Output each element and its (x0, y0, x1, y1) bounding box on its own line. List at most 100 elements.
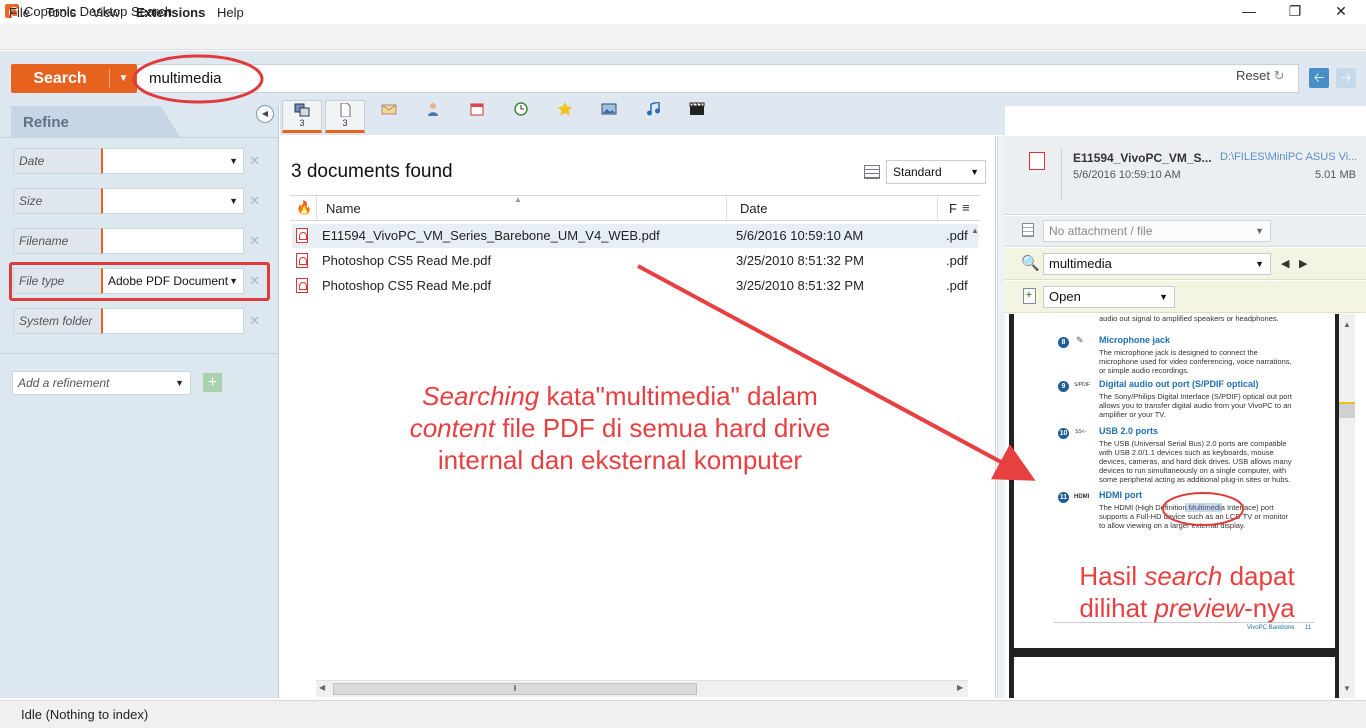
filter-filename-input[interactable] (101, 228, 244, 254)
annotation-left: Searching kata"multimedia" dalam content… (380, 380, 860, 476)
tab-videos[interactable] (677, 100, 717, 133)
keyword-select[interactable]: multimedia ▼ (1043, 253, 1271, 275)
divider (937, 196, 938, 221)
forward-arrow-icon[interactable]: 🡢 (1336, 68, 1356, 88)
scroll-left-icon[interactable]: ◀ (319, 683, 325, 692)
close-icon[interactable]: ✕ (1318, 0, 1364, 24)
column-name[interactable]: Name (326, 201, 361, 216)
add-refinement-select[interactable]: Add a refinement ▼ (12, 371, 191, 395)
annotation-left-line2: content file PDF di semua hard drive (380, 412, 860, 444)
doc-page-number: 11 (1305, 625, 1312, 631)
doc-item-text: The Sony/Philips Digital Interface (S/PD… (1099, 392, 1293, 419)
tab-history[interactable] (501, 100, 541, 133)
music-icon (647, 102, 660, 116)
remove-filter-icon[interactable]: ✕ (249, 153, 260, 169)
add-refinement-label: Add a refinement (18, 376, 110, 390)
minimize-icon[interactable]: — (1226, 0, 1272, 24)
menu-extensions[interactable]: Extensions (136, 5, 205, 20)
remove-filter-icon[interactable]: ✕ (249, 233, 260, 249)
previous-match-icon[interactable]: ◀ (1281, 257, 1289, 270)
tab-calendar[interactable] (457, 100, 497, 133)
scrollbar-thumb[interactable] (1339, 402, 1355, 418)
scroll-down-icon[interactable]: ▼ (1343, 684, 1351, 693)
menu-file[interactable]: File (9, 5, 30, 20)
collapse-panel-icon[interactable]: ◀ (256, 105, 274, 123)
search-button[interactable]: Search ▼ (11, 64, 137, 93)
attachment-select[interactable]: No attachment / file ▼ (1043, 220, 1271, 242)
filter-system-folder-label: System folder (13, 308, 102, 334)
doc-item-title: Digital audio out port (S/PDIF optical) (1099, 379, 1259, 389)
doc-item-text: The microphone jack is designed to conne… (1099, 348, 1292, 375)
row-name: E11594_VivoPC_VM_Series_Barebone_UM_V4_W… (322, 228, 660, 243)
preview-date: 5/6/2016 10:59:10 AM (1073, 169, 1181, 181)
preview-vertical-scrollbar[interactable] (1339, 314, 1355, 698)
annotation-text: Hasil (1079, 561, 1145, 591)
files-icon (340, 103, 351, 117)
reset-button[interactable]: Reset ↻ (1236, 68, 1285, 84)
open-action-select[interactable]: Open ▼ (1043, 286, 1175, 308)
pdf-icon (296, 278, 308, 293)
annotation-right-line2: dilihat preview-nya (1052, 592, 1322, 624)
row-format: .pdf (946, 228, 968, 243)
tab-email[interactable] (369, 100, 409, 133)
row-name: Photoshop CS5 Read Me.pdf (322, 253, 492, 268)
preview-header (1005, 136, 1366, 215)
preview-filename: E11594_VivoPC_VM_S... (1073, 151, 1212, 165)
chevron-down-icon: ▼ (1159, 292, 1168, 302)
menu-help[interactable]: Help (217, 5, 244, 20)
filter-size-select[interactable]: ▼ (101, 188, 244, 214)
status-bar (0, 700, 1366, 728)
scroll-up-icon[interactable]: ▲ (1343, 320, 1351, 329)
favorites-icon (557, 102, 573, 116)
maximize-icon[interactable]: ❐ (1272, 0, 1318, 24)
filter-date-select[interactable]: ▼ (101, 148, 244, 174)
match-highlight-ellipse (1162, 492, 1244, 526)
divider (316, 196, 317, 221)
divider (726, 196, 727, 221)
tab-contacts[interactable] (413, 100, 453, 133)
pictures-icon (601, 103, 617, 115)
relevance-icon[interactable]: 🔥 (296, 200, 312, 216)
next-match-icon[interactable]: ▶ (1299, 257, 1307, 270)
tab-music[interactable] (633, 100, 673, 133)
filter-system-folder-input[interactable] (101, 308, 244, 334)
view-mode-value: Standard (893, 165, 942, 179)
scroll-up-icon[interactable]: ▲ (971, 226, 979, 235)
results-table-header (290, 195, 980, 221)
hdmi-icon: HDMI (1074, 494, 1090, 500)
column-chooser-icon[interactable]: ≡ (962, 200, 970, 215)
tab-pictures[interactable] (589, 100, 629, 133)
tab-favorites[interactable] (545, 100, 585, 133)
scrollbar-thumb[interactable]: ‖ (333, 683, 697, 695)
annotation-text: dilihat (1079, 593, 1155, 623)
doc-item-number: 11 (1058, 492, 1069, 503)
email-icon (381, 104, 397, 115)
refine-tab[interactable]: Refine (11, 106, 181, 138)
doc-item-title: USB 2.0 ports (1099, 426, 1159, 436)
remove-filter-icon[interactable]: ✕ (249, 313, 260, 329)
attachment-icon (1022, 223, 1034, 237)
annotation-left-line1: Searching kata"multimedia" dalam (380, 380, 860, 412)
microphone-icon: ✎ (1076, 335, 1084, 345)
column-format[interactable]: F (949, 201, 957, 216)
add-refinement-button[interactable]: + (203, 373, 222, 392)
back-arrow-icon[interactable]: 🡠 (1309, 68, 1329, 88)
search-input[interactable]: multimedia (137, 64, 1299, 93)
table-row[interactable]: E11594_VivoPC_VM_Series_Barebone_UM_V4_W… (292, 224, 978, 248)
menu-tools[interactable]: Tools (46, 5, 76, 20)
doc-item-title: HDMI port (1099, 490, 1142, 500)
tab-files[interactable]: 3 (325, 100, 365, 133)
column-date[interactable]: Date (740, 201, 767, 216)
divider (1061, 148, 1062, 200)
scroll-right-icon[interactable]: ▶ (957, 683, 963, 692)
preview-path-link[interactable]: D:\FILES\MiniPC ASUS Vi... (1220, 151, 1357, 163)
remove-filter-icon[interactable]: ✕ (249, 193, 260, 209)
tab-all-results[interactable]: 3 (282, 100, 322, 133)
menu-view[interactable]: View (92, 5, 120, 20)
view-mode-icon (864, 165, 880, 179)
doc-item-number: 8 (1058, 337, 1069, 348)
annotation-left-line3: internal dan eksternal komputer (437, 445, 803, 475)
row-date: 5/6/2016 10:59:10 AM (736, 228, 864, 243)
view-mode-select[interactable]: Standard ▼ (886, 160, 986, 184)
annotation-text: -nya (1244, 593, 1295, 623)
